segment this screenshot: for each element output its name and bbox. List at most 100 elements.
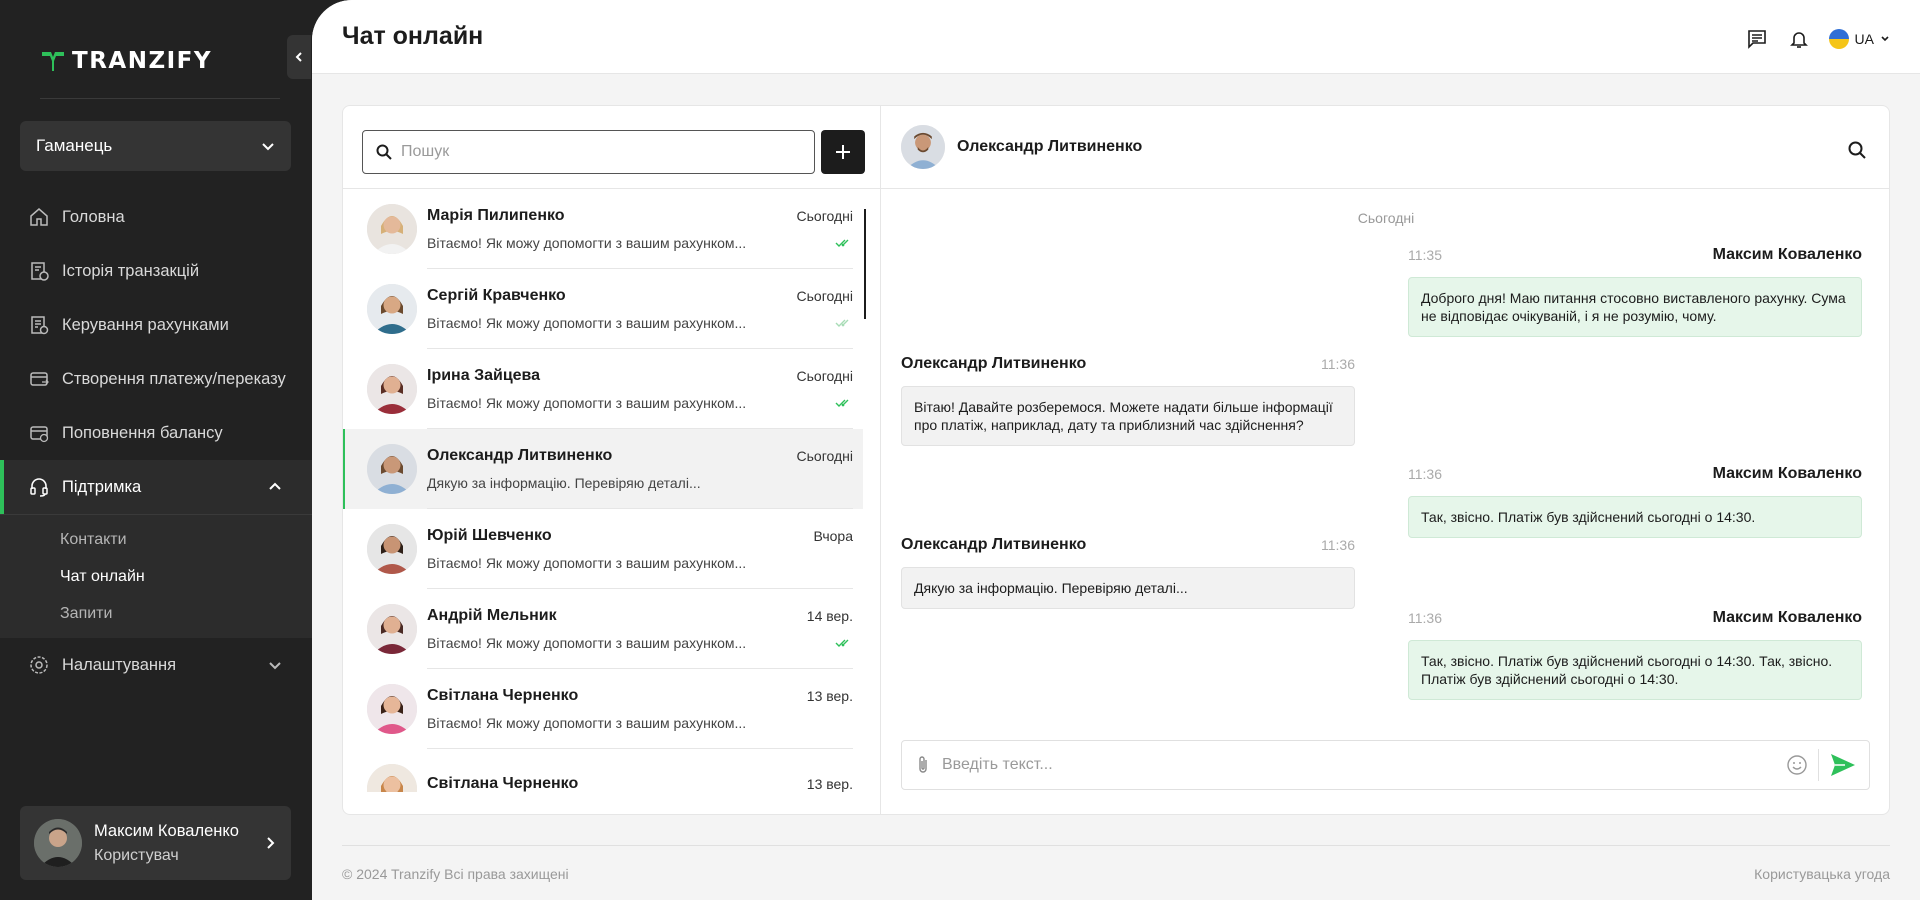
page-title: Чат онлайн	[342, 22, 484, 50]
chat-list-scrollbar[interactable]	[864, 209, 866, 319]
sidebar-item-label: Історія транзакцій	[62, 261, 200, 280]
logo-icon	[42, 52, 64, 71]
search-field[interactable]	[362, 130, 815, 174]
user-profile-card[interactable]: Максим Коваленко Користувач	[20, 806, 291, 880]
brand-logo[interactable]: TRANZIFY	[40, 48, 212, 74]
wallet-dropdown[interactable]: Гаманець	[20, 121, 291, 171]
wallet-label: Гаманець	[36, 136, 113, 155]
chat-list-item[interactable]: Юрій Шевченко Вчора Вітаємо! Як можу допом…	[343, 509, 863, 589]
sidebar-item-label: Налаштування	[62, 655, 177, 674]
message-input[interactable]	[942, 756, 1782, 774]
chat-preview: Вітаємо! Як можу допомогти з вашим рахун…	[427, 555, 747, 571]
sidebar-item-topup[interactable]: Поповнення балансу	[0, 406, 312, 460]
chat-list: Марія Пилипенко Сьогодні Вітаємо! Як можу …	[343, 106, 881, 814]
sidebar-item-history[interactable]: Історія транзакцій	[0, 244, 312, 298]
chat-name: Олександр Литвиненко	[427, 447, 613, 464]
sidebar-item-support[interactable]: Підтримка	[0, 460, 312, 514]
header: Чат онлайн UA	[312, 0, 1920, 74]
message-author: Олександр Литвиненко	[901, 536, 1087, 553]
conversation: Олександр Литвиненко Сьогодні 11:35 Макс…	[881, 106, 1889, 814]
submenu-item-requests[interactable]: Запити	[0, 595, 312, 632]
chat-time: Сьогодні	[796, 208, 853, 224]
chat-items: Марія Пилипенко Сьогодні Вітаємо! Як можу …	[343, 189, 863, 792]
chat-list-item[interactable]: Олександр Литвиненко Сьогодні Дякую за інф…	[343, 429, 863, 509]
avatar	[367, 684, 417, 734]
emoji-icon[interactable]	[1786, 754, 1808, 776]
message-outgoing: 11:35 Максим Коваленко Доброго дня! Маю …	[1408, 246, 1862, 337]
header-actions: UA	[1745, 27, 1890, 51]
message-outgoing: 11:36 Максим Коваленко Так, звісно. Плат…	[1408, 465, 1862, 538]
message-time: 11:36	[1408, 466, 1442, 482]
bell-icon	[1789, 32, 1808, 48]
chat-list-item[interactable]: Світлана Черненко 13 вер. Вітаємо! Як можу…	[343, 669, 863, 749]
sidebar-item-home[interactable]: Головна	[0, 190, 312, 244]
footer: © 2024 Tranzify Всі права захищені Корис…	[342, 845, 1890, 882]
ukraine-flag-icon	[1828, 29, 1849, 49]
logo-divider	[40, 98, 280, 99]
paperclip-icon[interactable]	[914, 755, 932, 775]
message-composer	[901, 740, 1870, 790]
avatar	[367, 764, 417, 792]
chat-preview: Вітаємо! Як можу допомогти з вашим рахун…	[427, 395, 747, 411]
sidebar-item-label: Головна	[62, 207, 125, 226]
chat-name: Юрій Шевченко	[427, 527, 552, 544]
chat-list-item[interactable]: Сергій Кравченко Сьогодні Вітаємо! Як можу…	[343, 269, 863, 349]
contact-avatar[interactable]	[901, 125, 945, 169]
chat-list-item[interactable]: Світлана Черненко 13 вер.	[343, 749, 863, 792]
sidebar-item-label: Створення платежу/переказу	[62, 369, 286, 388]
notifications-button[interactable]	[1787, 27, 1811, 51]
message-author: Максим Коваленко	[1712, 609, 1862, 626]
sidebar-item-settings[interactable]: Налаштування	[0, 638, 312, 692]
language-label: UA	[1854, 31, 1874, 47]
chevron-left-icon	[295, 52, 302, 62]
chat-list-item[interactable]: Марія Пилипенко Сьогодні Вітаємо! Як можу …	[343, 189, 863, 269]
chat-search-row	[362, 130, 865, 174]
avatar	[367, 284, 417, 334]
sidebar-item-accounts[interactable]: Керування рахунками	[0, 298, 312, 352]
message-time: 11:36	[1321, 356, 1355, 372]
message-bubble: Вітаю! Давайте розберемося. Можете надат…	[901, 386, 1355, 446]
sidebar-nav: Головна Історія транзакцій Керування рах…	[0, 190, 312, 692]
messages-button[interactable]	[1745, 27, 1769, 51]
search-input[interactable]	[401, 143, 801, 161]
double-check-icon	[835, 319, 849, 327]
new-chat-button[interactable]	[821, 130, 865, 174]
message-bubble: Так, звісно. Платіж був здійснений сього…	[1408, 640, 1862, 700]
contact-name: Олександр Литвиненко	[957, 138, 1143, 155]
conversation-search-button[interactable]	[1847, 140, 1867, 165]
chat-list-item[interactable]: Андрій Мельник 14 вер. Вітаємо! Як можу до…	[343, 589, 863, 669]
chevron-right-icon	[267, 837, 275, 849]
avatar	[367, 204, 417, 254]
chat-time: Сьогодні	[796, 288, 853, 304]
submenu-item-chat[interactable]: Чат онлайн	[0, 558, 312, 595]
chat-time: Сьогодні	[796, 368, 853, 384]
chat-time: 13 вер.	[806, 776, 853, 792]
avatar	[367, 364, 417, 414]
avatar	[367, 604, 417, 654]
sidebar-item-payment[interactable]: Створення платежу/переказу	[0, 352, 312, 406]
chat-name: Ірина Зайцева	[427, 367, 541, 384]
chat-time: Вчора	[813, 528, 853, 544]
payment-icon	[30, 372, 49, 386]
copyright: © 2024 Tranzify Всі права захищені	[342, 866, 569, 882]
gear-icon	[30, 656, 48, 674]
send-icon[interactable]	[1829, 752, 1857, 778]
user-agreement-link[interactable]: Користувацька угода	[1754, 866, 1890, 882]
submenu-item-contacts[interactable]: Контакти	[0, 521, 312, 558]
chat-list-item[interactable]: Ірина Зайцева Сьогодні Вітаємо! Як можу до…	[343, 349, 863, 429]
language-selector[interactable]: UA	[1828, 29, 1890, 49]
message-author: Максим Коваленко	[1712, 246, 1862, 263]
chevron-up-icon	[269, 482, 281, 490]
message-bubble: Доброго дня! Маю питання стосовно вистав…	[1408, 277, 1862, 337]
chat-name: Марія Пилипенко	[427, 207, 565, 224]
sidebar-item-label: Поповнення балансу	[62, 423, 223, 442]
topup-icon	[30, 426, 49, 443]
chat-preview: Дякую за інформацію. Перевіряю деталі...	[427, 475, 701, 491]
chevron-down-icon	[269, 662, 281, 670]
chat-preview: Вітаємо! Як можу допомогти з вашим рахун…	[427, 235, 747, 251]
home-icon	[30, 208, 48, 226]
chevron-down-icon	[262, 143, 274, 151]
chat-preview: Вітаємо! Як можу допомогти з вашим рахун…	[427, 715, 747, 731]
headset-icon	[30, 478, 48, 497]
collapse-sidebar-button[interactable]	[287, 35, 311, 79]
